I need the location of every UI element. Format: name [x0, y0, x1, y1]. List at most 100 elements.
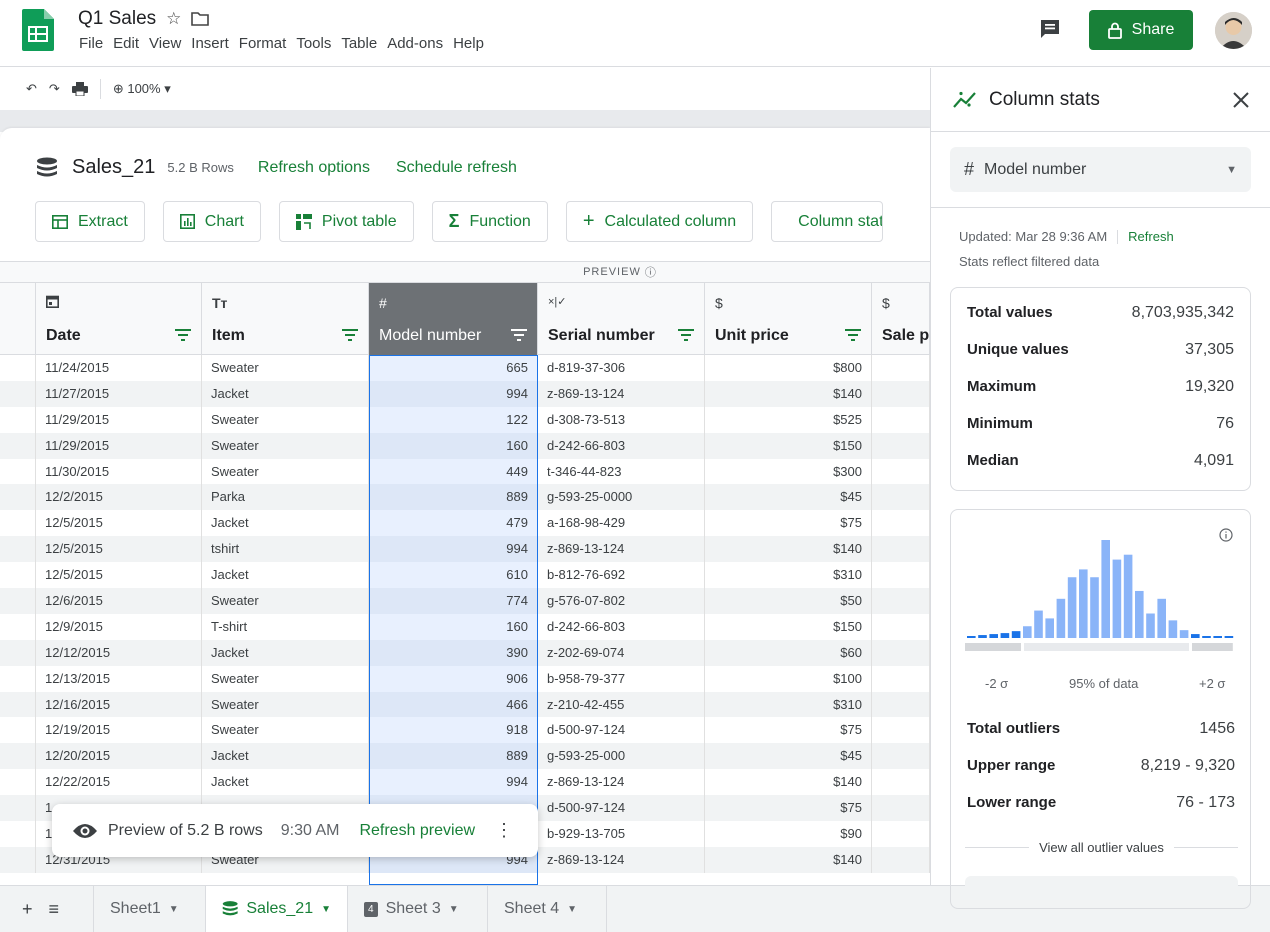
table-cell[interactable]: $140: [705, 769, 872, 796]
table-cell[interactable]: d-500-97-124: [538, 717, 705, 744]
table-cell[interactable]: [872, 588, 930, 614]
table-cell[interactable]: [872, 432, 930, 459]
table-cell[interactable]: 610: [369, 562, 538, 589]
table-cell[interactable]: Sweater: [202, 717, 369, 744]
table-cell[interactable]: d-308-73-513: [538, 406, 705, 433]
table-cell[interactable]: 918: [369, 717, 538, 744]
row-header[interactable]: [0, 484, 36, 511]
table-cell[interactable]: z-869-13-124: [538, 536, 705, 563]
menu-edit[interactable]: Edit: [112, 35, 140, 52]
pivot-table-button[interactable]: Pivot table: [278, 201, 414, 242]
table-cell[interactable]: 12/16/2015: [36, 691, 202, 718]
comment-icon[interactable]: [1038, 17, 1062, 41]
table-cell[interactable]: 11/29/2015: [36, 432, 202, 459]
table-cell[interactable]: $75: [705, 717, 872, 744]
avatar[interactable]: [1215, 12, 1252, 49]
table-cell[interactable]: Jacket: [202, 510, 369, 537]
table-cell[interactable]: 12/5/2015: [36, 510, 202, 537]
menu-table[interactable]: Table: [340, 35, 378, 52]
column-header-serial-number[interactable]: ×|✓ Serial number: [538, 283, 705, 355]
table-cell[interactable]: Jacket: [202, 380, 369, 407]
table-cell[interactable]: $100: [705, 665, 872, 692]
table-cell[interactable]: $75: [705, 510, 872, 537]
table-cell[interactable]: Sweater: [202, 406, 369, 433]
table-cell[interactable]: Jacket: [202, 639, 369, 666]
undo-icon[interactable]: ↶: [26, 81, 37, 97]
calculated-column-button[interactable]: + Calculated column: [565, 201, 754, 242]
table-cell[interactable]: d-819-37-306: [538, 355, 705, 381]
row-header[interactable]: [0, 380, 36, 407]
table-cell[interactable]: [872, 846, 930, 873]
table-cell[interactable]: [872, 510, 930, 537]
refresh-link[interactable]: Refresh: [1128, 229, 1174, 244]
redo-icon[interactable]: ↷: [49, 81, 60, 97]
tab-sheet-4[interactable]: Sheet 4 ▼: [487, 885, 607, 932]
row-header[interactable]: [0, 795, 36, 822]
table-cell[interactable]: $150: [705, 613, 872, 640]
menu-addons[interactable]: Add-ons: [386, 35, 444, 52]
table-cell[interactable]: [872, 639, 930, 666]
star-icon[interactable]: ☆: [166, 9, 181, 29]
row-header[interactable]: [0, 717, 36, 744]
table-cell[interactable]: Jacket: [202, 562, 369, 589]
more-vert-icon[interactable]: ⋮: [495, 820, 513, 841]
table-cell[interactable]: d-500-97-124: [538, 795, 705, 822]
function-button[interactable]: Σ Function: [431, 201, 548, 242]
table-cell[interactable]: z-869-13-124: [538, 846, 705, 873]
tab-sheet-3[interactable]: 4 Sheet 3 ▼: [347, 885, 487, 932]
row-header[interactable]: [0, 769, 36, 796]
table-cell[interactable]: t-346-44-823: [538, 458, 705, 485]
table-cell[interactable]: $60: [705, 639, 872, 666]
table-cell[interactable]: $45: [705, 484, 872, 511]
column-header-sale-price[interactable]: $ Sale price: [872, 283, 930, 355]
print-icon[interactable]: [71, 82, 88, 96]
table-cell[interactable]: 665: [369, 355, 538, 381]
row-header[interactable]: [0, 562, 36, 589]
info-icon[interactable]: ⓘ: [645, 264, 657, 280]
table-cell[interactable]: [872, 380, 930, 407]
table-cell[interactable]: [872, 795, 930, 822]
column-header-unit-price[interactable]: $ Unit price: [705, 283, 872, 355]
table-cell[interactable]: 12/9/2015: [36, 613, 202, 640]
row-header[interactable]: [0, 743, 36, 770]
refresh-options-link[interactable]: Refresh options: [258, 159, 370, 177]
table-cell[interactable]: Sweater: [202, 665, 369, 692]
table-cell[interactable]: 12/6/2015: [36, 588, 202, 614]
column-header-date[interactable]: Date: [36, 283, 202, 355]
table-cell[interactable]: Parka: [202, 484, 369, 511]
table-cell[interactable]: [872, 717, 930, 744]
filter-icon[interactable]: [342, 329, 358, 341]
table-cell[interactable]: 466: [369, 691, 538, 718]
row-header[interactable]: [0, 665, 36, 692]
table-cell[interactable]: z-210-42-455: [538, 691, 705, 718]
table-cell[interactable]: b-812-76-692: [538, 562, 705, 589]
table-cell[interactable]: 160: [369, 613, 538, 640]
table-cell[interactable]: [872, 562, 930, 589]
table-cell[interactable]: g-576-07-802: [538, 588, 705, 614]
filter-icon[interactable]: [175, 329, 191, 341]
table-cell[interactable]: 12/5/2015: [36, 562, 202, 589]
table-cell[interactable]: 994: [369, 380, 538, 407]
column-select-dropdown[interactable]: # Model number ▼: [950, 147, 1251, 192]
table-cell[interactable]: 11/30/2015: [36, 458, 202, 485]
table-cell[interactable]: $800: [705, 355, 872, 381]
refresh-preview-link[interactable]: Refresh preview: [359, 822, 475, 840]
table-cell[interactable]: $50: [705, 588, 872, 614]
table-cell[interactable]: z-202-69-074: [538, 639, 705, 666]
table-cell[interactable]: 122: [369, 406, 538, 433]
table-cell[interactable]: Sweater: [202, 458, 369, 485]
table-cell[interactable]: $525: [705, 406, 872, 433]
row-header[interactable]: [0, 432, 36, 459]
table-cell[interactable]: 12/22/2015: [36, 769, 202, 796]
table-cell[interactable]: [872, 355, 930, 381]
row-header[interactable]: [0, 458, 36, 485]
all-sheets-icon[interactable]: ≡: [49, 899, 60, 920]
table-cell[interactable]: 12/12/2015: [36, 639, 202, 666]
table-cell[interactable]: 906: [369, 665, 538, 692]
table-cell[interactable]: a-168-98-429: [538, 510, 705, 537]
table-cell[interactable]: $45: [705, 743, 872, 770]
row-header[interactable]: [0, 406, 36, 433]
filter-icon[interactable]: [678, 329, 694, 341]
row-header[interactable]: [0, 639, 36, 666]
table-cell[interactable]: g-593-25-0000: [538, 484, 705, 511]
